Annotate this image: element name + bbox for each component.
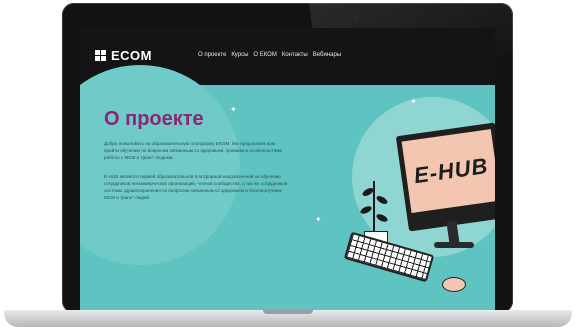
intro-paragraph: Добро пожаловать на образовательную плат… (104, 141, 283, 160)
nav-link-about[interactable]: О проекте (198, 52, 226, 58)
base-notch (263, 310, 313, 314)
monitor-screen: E-HUB (401, 129, 495, 213)
leaf (375, 212, 389, 224)
about-paragraph: E-HUB является первой образовательной пл… (104, 174, 288, 200)
monitor-icon: E-HUB (395, 122, 495, 232)
nav-link-ekom[interactable]: О ЕКОМ (253, 52, 276, 58)
monitor-stand-base (434, 242, 474, 248)
logo-grid-icon (95, 50, 106, 61)
nav-links: О проекте Курсы О ЕКОМ Контакты Вебинары (198, 52, 341, 58)
sparkle-icon: ✦ (315, 215, 322, 224)
website-screen: ECOM О проекте Курсы О ЕКОМ Контакты Веб… (80, 28, 495, 312)
computer-illustration: E-HUB (338, 85, 495, 312)
nav-link-webinars[interactable]: Вебинары (313, 52, 341, 58)
brand-name: ECOM (111, 48, 152, 63)
leaf (375, 194, 389, 206)
page-title: О проекте (104, 108, 204, 130)
laptop-base (4, 310, 572, 327)
nav-link-courses[interactable]: Курсы (231, 52, 248, 58)
brand-logo[interactable]: ECOM (95, 48, 152, 63)
decor-circle (80, 65, 240, 265)
camera (355, 15, 359, 19)
keyboard-icon (343, 231, 435, 283)
leaf (359, 204, 373, 216)
nav-link-contacts[interactable]: Контакты (282, 52, 308, 58)
sparkle-icon: ✦ (230, 105, 237, 114)
mouse-icon (442, 277, 466, 292)
monitor-text: E-HUB (412, 152, 490, 189)
